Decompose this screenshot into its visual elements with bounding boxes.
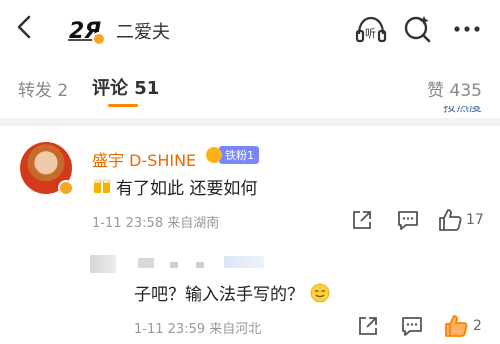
crown-icon [206, 147, 222, 163]
tab-active-indicator [108, 104, 138, 107]
reply-text: 子吧？输入法手写的？ [134, 285, 304, 305]
tab-repost[interactable]: 转发 2 [18, 76, 68, 101]
beer-icon [93, 179, 111, 193]
search-icon[interactable] [402, 13, 434, 45]
more-icon[interactable] [449, 14, 485, 44]
tab-like[interactable]: 赞 435 [427, 76, 482, 101]
share-icon[interactable] [348, 206, 376, 234]
verified-badge [58, 180, 74, 196]
reply-text-row: 子吧？输入法手写的？ [134, 280, 330, 305]
like-count: 17 [466, 212, 484, 228]
fan-badge-label: 铁粉1 [219, 146, 259, 164]
sort-toggle[interactable]: 按热度 [443, 106, 482, 114]
verified-badge [92, 32, 106, 46]
comment-text-row: 有了如此 还要如何 [92, 174, 257, 199]
top-bar: 2Я 二爱夫 听 [0, 0, 500, 58]
tab-bar: 转发 2 评论 51 赞 435 按热度 [0, 62, 500, 114]
reply-icon[interactable] [394, 206, 422, 234]
reply-like-count: 2 [473, 318, 482, 334]
comment-text: 有了如此 还要如何 [116, 179, 258, 199]
fan-badge: 铁粉1 [206, 146, 259, 164]
comment-meta: 1-11 23:58 来自湖南 [92, 216, 220, 231]
share-icon[interactable] [354, 312, 382, 340]
like-icon-active[interactable] [442, 312, 470, 340]
tab-comment[interactable]: 评论 51 [92, 74, 159, 100]
like-icon[interactable] [436, 206, 464, 234]
commenter-name[interactable]: 盛宇 D-SHINE [92, 147, 196, 171]
back-icon[interactable] [10, 12, 40, 42]
reply-icon[interactable] [398, 312, 426, 340]
svg-text:听: 听 [365, 27, 376, 40]
listen-icon[interactable]: 听 [355, 14, 387, 44]
author-name[interactable]: 二爱夫 [116, 18, 170, 44]
reply-meta: 1-11 23:59 来自河北 [134, 322, 262, 337]
smile-icon [310, 283, 330, 302]
section-divider [0, 118, 500, 126]
